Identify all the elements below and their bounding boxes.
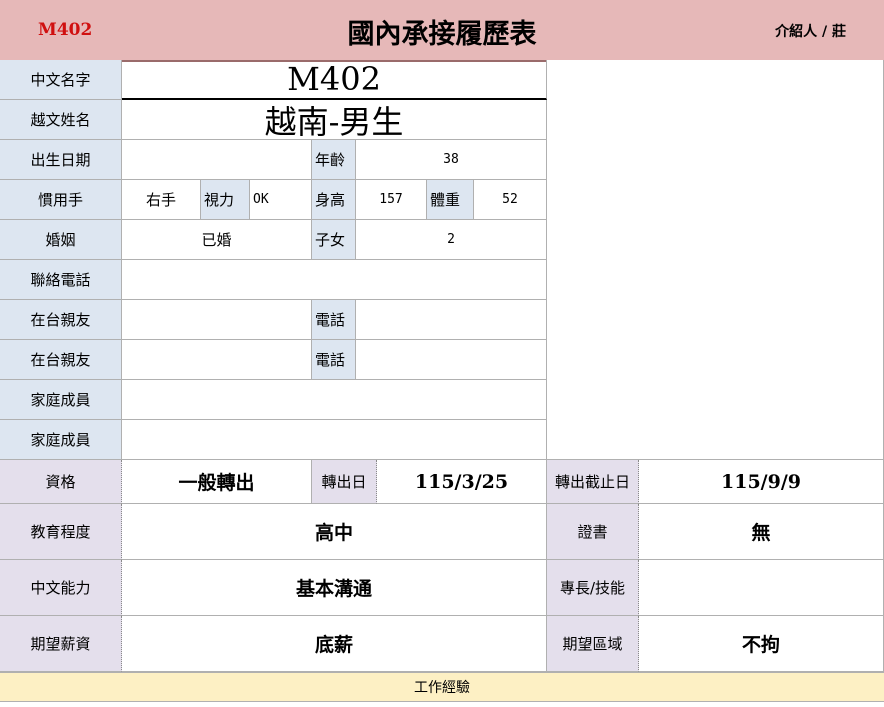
label-vietnamese-name: 越文姓名 (0, 100, 122, 140)
value-children: 2 (356, 220, 547, 260)
label-qualification: 資格 (0, 460, 122, 504)
label-expected-area: 期望區域 (547, 616, 639, 672)
label-skills: 專長/技能 (547, 560, 639, 616)
page-title: 國內承接履歷表 (347, 19, 537, 50)
value-phone-2 (356, 340, 547, 380)
value-relative-1 (122, 300, 312, 340)
label-transfer-date: 轉出日 (312, 460, 377, 504)
value-expected-salary: 底薪 (122, 616, 547, 672)
value-birth-date (122, 140, 312, 180)
value-family-1 (122, 380, 547, 420)
value-marriage: 已婚 (122, 220, 312, 260)
value-phone-1 (356, 300, 547, 340)
value-qualification: 一般轉出 (122, 460, 312, 504)
value-chinese-name: M402 (122, 60, 547, 100)
value-vision: OK (250, 180, 312, 220)
work-experience-header: 工作經驗 (0, 672, 884, 702)
value-handedness: 右手 (122, 180, 201, 220)
value-expected-area: 不拘 (639, 616, 884, 672)
value-education: 高中 (122, 504, 547, 560)
value-relative-2 (122, 340, 312, 380)
label-age: 年齡 (312, 140, 356, 180)
value-vietnamese-name: 越南-男生 (122, 100, 547, 140)
value-certificate: 無 (639, 504, 884, 560)
value-family-2 (122, 420, 547, 460)
value-transfer-deadline: 115/9/9 (639, 460, 884, 504)
label-chinese-ability: 中文能力 (0, 560, 122, 616)
label-relative-2: 在台親友 (0, 340, 122, 380)
label-chinese-name: 中文名字 (0, 60, 122, 100)
label-weight: 體重 (427, 180, 474, 220)
label-birth-date: 出生日期 (0, 140, 122, 180)
label-children: 子女 (312, 220, 356, 260)
label-vision: 視力 (201, 180, 250, 220)
label-marriage: 婚姻 (0, 220, 122, 260)
label-expected-salary: 期望薪資 (0, 616, 122, 672)
photo-area (547, 60, 884, 460)
value-contact-phone (122, 260, 547, 300)
label-phone-1: 電話 (312, 300, 356, 340)
label-certificate: 證書 (547, 504, 639, 560)
label-family-1: 家庭成員 (0, 380, 122, 420)
value-weight: 52 (474, 180, 547, 220)
label-family-2: 家庭成員 (0, 420, 122, 460)
resume-header: M402 國內承接履歷表 介紹人 / 莊 (0, 0, 884, 62)
work-experience-table-top (0, 702, 884, 707)
value-transfer-date: 115/3/25 (377, 460, 547, 504)
label-phone-2: 電話 (312, 340, 356, 380)
value-age: 38 (356, 140, 547, 180)
value-height: 157 (356, 180, 427, 220)
label-contact-phone: 聯絡電話 (0, 260, 122, 300)
label-transfer-deadline: 轉出截止日 (547, 460, 639, 504)
introducer: 介紹人 / 莊 (775, 24, 846, 40)
label-relative-1: 在台親友 (0, 300, 122, 340)
value-chinese-ability: 基本溝通 (122, 560, 547, 616)
label-education: 教育程度 (0, 504, 122, 560)
value-skills (639, 560, 884, 616)
label-height: 身高 (312, 180, 356, 220)
label-handedness: 慣用手 (0, 180, 122, 220)
